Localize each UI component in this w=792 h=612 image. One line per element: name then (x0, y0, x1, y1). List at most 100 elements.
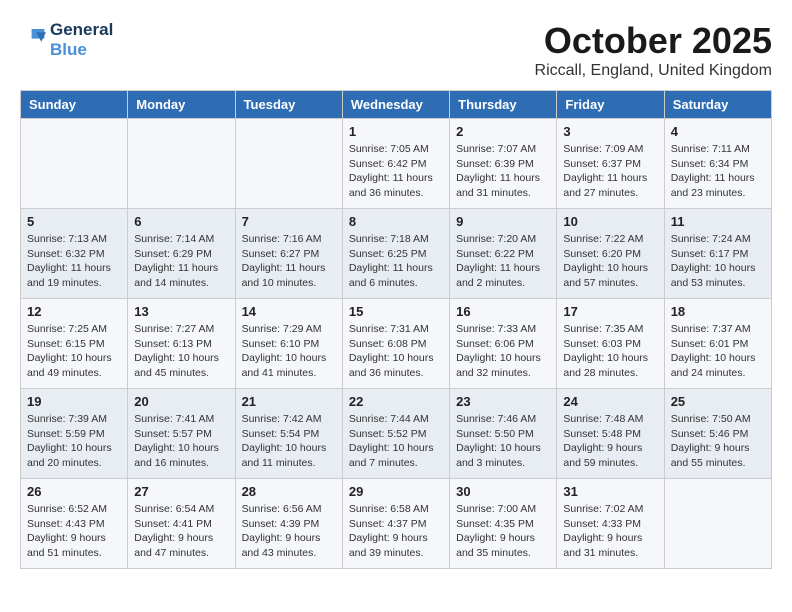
day-info: Sunrise: 7:16 AM Sunset: 6:27 PM Dayligh… (242, 232, 336, 291)
weekday-header: Saturday (664, 91, 771, 119)
calendar-cell: 12Sunrise: 7:25 AM Sunset: 6:15 PM Dayli… (21, 299, 128, 389)
day-info: Sunrise: 7:29 AM Sunset: 6:10 PM Dayligh… (242, 322, 336, 381)
day-number: 26 (27, 484, 121, 499)
day-info: Sunrise: 7:07 AM Sunset: 6:39 PM Dayligh… (456, 142, 550, 201)
weekday-header: Thursday (450, 91, 557, 119)
calendar-cell (128, 119, 235, 209)
logo-icon (22, 25, 46, 49)
day-number: 3 (563, 124, 657, 139)
page-header: General Blue October 2025 Riccall, Engla… (20, 20, 772, 80)
calendar-cell: 27 Sunrise: 6:54 AM Sunset: 4:41 PM Dayli… (128, 479, 235, 569)
calendar-cell: 6 Sunrise: 7:14 AM Sunset: 6:29 PM Daylig… (128, 209, 235, 299)
calendar-cell: 8Sunrise: 7:18 AM Sunset: 6:25 PM Daylig… (342, 209, 449, 299)
day-info: Sunrise: 7:39 AM Sunset: 5:59 PM Dayligh… (27, 412, 121, 471)
calendar-cell: 13Sunrise: 7:27 AM Sunset: 6:13 PM Dayli… (128, 299, 235, 389)
day-number: 1 (349, 124, 443, 139)
day-number: 13 (134, 304, 228, 319)
calendar-cell: 1 Sunrise: 7:05 AM Sunset: 6:42 PM Daylig… (342, 119, 449, 209)
day-info: Sunrise: 7:35 AM Sunset: 6:03 PM Dayligh… (563, 322, 657, 381)
calendar-week-row: 26 Sunrise: 6:52 AM Sunset: 4:43 PM Dayli… (21, 479, 772, 569)
calendar-cell (664, 479, 771, 569)
day-number: 10 (563, 214, 657, 229)
day-info: Sunrise: 7:33 AM Sunset: 6:06 PM Dayligh… (456, 322, 550, 381)
weekday-header: Sunday (21, 91, 128, 119)
day-number: 9 (456, 214, 550, 229)
calendar-cell: 22 Sunrise: 7:44 AM Sunset: 5:52 PM Dayli… (342, 389, 449, 479)
day-number: 2 (456, 124, 550, 139)
day-number: 19 (27, 394, 121, 409)
day-number: 6 (134, 214, 228, 229)
day-info: Sunrise: 7:44 AM Sunset: 5:52 PM Dayligh… (349, 412, 443, 471)
calendar-cell: 23 Sunrise: 7:46 AM Sunset: 5:50 PM Dayli… (450, 389, 557, 479)
calendar-cell: 19 Sunrise: 7:39 AM Sunset: 5:59 PM Dayli… (21, 389, 128, 479)
calendar-cell: 18Sunrise: 7:37 AM Sunset: 6:01 PM Dayli… (664, 299, 771, 389)
day-info: Sunrise: 7:37 AM Sunset: 6:01 PM Dayligh… (671, 322, 765, 381)
day-info: Sunrise: 7:42 AM Sunset: 5:54 PM Dayligh… (242, 412, 336, 471)
day-number: 17 (563, 304, 657, 319)
calendar-week-row: 19 Sunrise: 7:39 AM Sunset: 5:59 PM Dayli… (21, 389, 772, 479)
day-info: Sunrise: 7:20 AM Sunset: 6:22 PM Dayligh… (456, 232, 550, 291)
logo-text: General Blue (50, 20, 113, 59)
calendar-cell: 30Sunrise: 7:00 AM Sunset: 4:35 PM Dayli… (450, 479, 557, 569)
day-info: Sunrise: 7:18 AM Sunset: 6:25 PM Dayligh… (349, 232, 443, 291)
calendar-cell: 11 Sunrise: 7:24 AM Sunset: 6:17 PM Dayli… (664, 209, 771, 299)
day-info: Sunrise: 6:54 AM Sunset: 4:41 PM Dayligh… (134, 502, 228, 561)
calendar-cell: 17 Sunrise: 7:35 AM Sunset: 6:03 PM Dayli… (557, 299, 664, 389)
day-number: 4 (671, 124, 765, 139)
calendar-cell: 31Sunrise: 7:02 AM Sunset: 4:33 PM Dayli… (557, 479, 664, 569)
calendar-cell: 24 Sunrise: 7:48 AM Sunset: 5:48 PM Dayli… (557, 389, 664, 479)
calendar-cell: 4 Sunrise: 7:11 AM Sunset: 6:34 PM Daylig… (664, 119, 771, 209)
day-info: Sunrise: 7:48 AM Sunset: 5:48 PM Dayligh… (563, 412, 657, 471)
day-info: Sunrise: 7:31 AM Sunset: 6:08 PM Dayligh… (349, 322, 443, 381)
day-number: 30 (456, 484, 550, 499)
calendar-body: 1 Sunrise: 7:05 AM Sunset: 6:42 PM Daylig… (21, 119, 772, 569)
day-number: 7 (242, 214, 336, 229)
day-number: 27 (134, 484, 228, 499)
calendar-week-row: 1 Sunrise: 7:05 AM Sunset: 6:42 PM Daylig… (21, 119, 772, 209)
day-info: Sunrise: 7:22 AM Sunset: 6:20 PM Dayligh… (563, 232, 657, 291)
title-section: October 2025 Riccall, England, United Ki… (535, 20, 772, 80)
month-title: October 2025 (535, 20, 772, 62)
day-number: 20 (134, 394, 228, 409)
day-info: Sunrise: 7:46 AM Sunset: 5:50 PM Dayligh… (456, 412, 550, 471)
day-info: Sunrise: 7:11 AM Sunset: 6:34 PM Dayligh… (671, 142, 765, 201)
weekday-header: Wednesday (342, 91, 449, 119)
day-number: 25 (671, 394, 765, 409)
day-info: Sunrise: 7:05 AM Sunset: 6:42 PM Dayligh… (349, 142, 443, 201)
day-number: 31 (563, 484, 657, 499)
day-number: 22 (349, 394, 443, 409)
day-info: Sunrise: 7:13 AM Sunset: 6:32 PM Dayligh… (27, 232, 121, 291)
day-number: 21 (242, 394, 336, 409)
weekday-header: Tuesday (235, 91, 342, 119)
day-info: Sunrise: 7:09 AM Sunset: 6:37 PM Dayligh… (563, 142, 657, 201)
calendar-cell: 25 Sunrise: 7:50 AM Sunset: 5:46 PM Dayli… (664, 389, 771, 479)
header-row: SundayMondayTuesdayWednesdayThursdayFrid… (21, 91, 772, 119)
calendar-table: SundayMondayTuesdayWednesdayThursdayFrid… (20, 90, 772, 569)
calendar-cell: 29Sunrise: 6:58 AM Sunset: 4:37 PM Dayli… (342, 479, 449, 569)
calendar-header: SundayMondayTuesdayWednesdayThursdayFrid… (21, 91, 772, 119)
day-number: 15 (349, 304, 443, 319)
calendar-cell: 16 Sunrise: 7:33 AM Sunset: 6:06 PM Dayli… (450, 299, 557, 389)
weekday-header: Monday (128, 91, 235, 119)
calendar-cell (235, 119, 342, 209)
calendar-week-row: 5Sunrise: 7:13 AM Sunset: 6:32 PM Daylig… (21, 209, 772, 299)
calendar-cell: 15 Sunrise: 7:31 AM Sunset: 6:08 PM Dayli… (342, 299, 449, 389)
day-number: 16 (456, 304, 550, 319)
day-info: Sunrise: 7:24 AM Sunset: 6:17 PM Dayligh… (671, 232, 765, 291)
calendar-cell: 26 Sunrise: 6:52 AM Sunset: 4:43 PM Dayli… (21, 479, 128, 569)
day-number: 11 (671, 214, 765, 229)
logo: General Blue (20, 20, 113, 59)
day-info: Sunrise: 6:56 AM Sunset: 4:39 PM Dayligh… (242, 502, 336, 561)
calendar-cell: 28 Sunrise: 6:56 AM Sunset: 4:39 PM Dayli… (235, 479, 342, 569)
calendar-week-row: 12Sunrise: 7:25 AM Sunset: 6:15 PM Dayli… (21, 299, 772, 389)
calendar-cell (21, 119, 128, 209)
day-info: Sunrise: 7:50 AM Sunset: 5:46 PM Dayligh… (671, 412, 765, 471)
day-number: 24 (563, 394, 657, 409)
day-info: Sunrise: 7:14 AM Sunset: 6:29 PM Dayligh… (134, 232, 228, 291)
day-info: Sunrise: 6:52 AM Sunset: 4:43 PM Dayligh… (27, 502, 121, 561)
day-number: 23 (456, 394, 550, 409)
calendar-cell: 7 Sunrise: 7:16 AM Sunset: 6:27 PM Daylig… (235, 209, 342, 299)
calendar-cell: 9 Sunrise: 7:20 AM Sunset: 6:22 PM Daylig… (450, 209, 557, 299)
weekday-header: Friday (557, 91, 664, 119)
day-number: 28 (242, 484, 336, 499)
